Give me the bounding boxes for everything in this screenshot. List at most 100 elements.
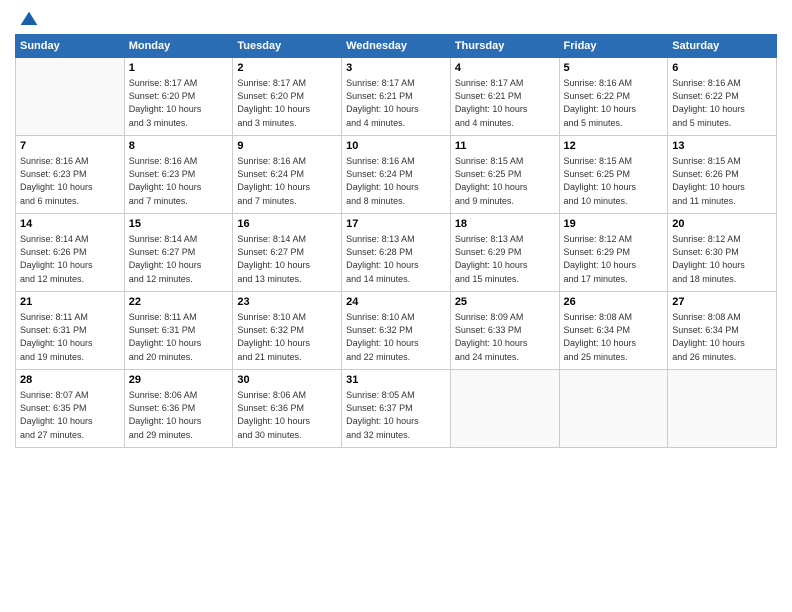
day-info: Sunrise: 8:14 AMSunset: 6:27 PMDaylight:… — [237, 233, 337, 285]
calendar-cell: 1Sunrise: 8:17 AMSunset: 6:20 PMDaylight… — [124, 58, 233, 136]
calendar-cell: 8Sunrise: 8:16 AMSunset: 6:23 PMDaylight… — [124, 136, 233, 214]
day-number: 15 — [129, 217, 229, 232]
day-info: Sunrise: 8:17 AMSunset: 6:20 PMDaylight:… — [129, 77, 229, 129]
calendar-cell: 17Sunrise: 8:13 AMSunset: 6:28 PMDayligh… — [342, 214, 451, 292]
day-number: 16 — [237, 217, 337, 232]
calendar-cell: 29Sunrise: 8:06 AMSunset: 6:36 PMDayligh… — [124, 370, 233, 448]
day-info: Sunrise: 8:10 AMSunset: 6:32 PMDaylight:… — [237, 311, 337, 363]
day-number: 2 — [237, 61, 337, 76]
day-info: Sunrise: 8:15 AMSunset: 6:26 PMDaylight:… — [672, 155, 772, 207]
calendar-cell: 19Sunrise: 8:12 AMSunset: 6:29 PMDayligh… — [559, 214, 668, 292]
calendar-cell — [450, 370, 559, 448]
calendar-cell: 7Sunrise: 8:16 AMSunset: 6:23 PMDaylight… — [16, 136, 125, 214]
day-number: 24 — [346, 295, 446, 310]
day-header-thursday: Thursday — [450, 35, 559, 58]
day-number: 31 — [346, 373, 446, 388]
day-number: 5 — [564, 61, 664, 76]
day-number: 28 — [20, 373, 120, 388]
day-number: 9 — [237, 139, 337, 154]
day-info: Sunrise: 8:12 AMSunset: 6:29 PMDaylight:… — [564, 233, 664, 285]
calendar-cell: 6Sunrise: 8:16 AMSunset: 6:22 PMDaylight… — [668, 58, 777, 136]
day-number: 21 — [20, 295, 120, 310]
day-number: 17 — [346, 217, 446, 232]
day-number: 6 — [672, 61, 772, 76]
day-info: Sunrise: 8:16 AMSunset: 6:24 PMDaylight:… — [346, 155, 446, 207]
day-info: Sunrise: 8:17 AMSunset: 6:20 PMDaylight:… — [237, 77, 337, 129]
day-number: 11 — [455, 139, 555, 154]
day-number: 27 — [672, 295, 772, 310]
day-number: 13 — [672, 139, 772, 154]
day-header-saturday: Saturday — [668, 35, 777, 58]
day-number: 19 — [564, 217, 664, 232]
day-number: 26 — [564, 295, 664, 310]
day-info: Sunrise: 8:06 AMSunset: 6:36 PMDaylight:… — [129, 389, 229, 441]
day-number: 18 — [455, 217, 555, 232]
day-info: Sunrise: 8:13 AMSunset: 6:29 PMDaylight:… — [455, 233, 555, 285]
day-info: Sunrise: 8:08 AMSunset: 6:34 PMDaylight:… — [564, 311, 664, 363]
day-number: 4 — [455, 61, 555, 76]
calendar-cell: 18Sunrise: 8:13 AMSunset: 6:29 PMDayligh… — [450, 214, 559, 292]
day-number: 22 — [129, 295, 229, 310]
day-info: Sunrise: 8:16 AMSunset: 6:22 PMDaylight:… — [672, 77, 772, 129]
day-info: Sunrise: 8:16 AMSunset: 6:23 PMDaylight:… — [20, 155, 120, 207]
day-number: 30 — [237, 373, 337, 388]
calendar-cell: 20Sunrise: 8:12 AMSunset: 6:30 PMDayligh… — [668, 214, 777, 292]
day-info: Sunrise: 8:17 AMSunset: 6:21 PMDaylight:… — [455, 77, 555, 129]
calendar-cell: 21Sunrise: 8:11 AMSunset: 6:31 PMDayligh… — [16, 292, 125, 370]
day-info: Sunrise: 8:11 AMSunset: 6:31 PMDaylight:… — [20, 311, 120, 363]
day-info: Sunrise: 8:16 AMSunset: 6:22 PMDaylight:… — [564, 77, 664, 129]
day-info: Sunrise: 8:16 AMSunset: 6:24 PMDaylight:… — [237, 155, 337, 207]
day-header-sunday: Sunday — [16, 35, 125, 58]
day-info: Sunrise: 8:14 AMSunset: 6:26 PMDaylight:… — [20, 233, 120, 285]
calendar-cell: 2Sunrise: 8:17 AMSunset: 6:20 PMDaylight… — [233, 58, 342, 136]
day-info: Sunrise: 8:13 AMSunset: 6:28 PMDaylight:… — [346, 233, 446, 285]
calendar-cell: 11Sunrise: 8:15 AMSunset: 6:25 PMDayligh… — [450, 136, 559, 214]
day-number: 7 — [20, 139, 120, 154]
calendar-cell: 24Sunrise: 8:10 AMSunset: 6:32 PMDayligh… — [342, 292, 451, 370]
calendar-cell: 14Sunrise: 8:14 AMSunset: 6:26 PMDayligh… — [16, 214, 125, 292]
day-info: Sunrise: 8:15 AMSunset: 6:25 PMDaylight:… — [564, 155, 664, 207]
day-number: 14 — [20, 217, 120, 232]
day-number: 25 — [455, 295, 555, 310]
day-number: 8 — [129, 139, 229, 154]
day-header-wednesday: Wednesday — [342, 35, 451, 58]
calendar-cell: 9Sunrise: 8:16 AMSunset: 6:24 PMDaylight… — [233, 136, 342, 214]
day-number: 20 — [672, 217, 772, 232]
calendar-cell: 31Sunrise: 8:05 AMSunset: 6:37 PMDayligh… — [342, 370, 451, 448]
calendar-cell: 10Sunrise: 8:16 AMSunset: 6:24 PMDayligh… — [342, 136, 451, 214]
day-info: Sunrise: 8:07 AMSunset: 6:35 PMDaylight:… — [20, 389, 120, 441]
calendar-cell: 30Sunrise: 8:06 AMSunset: 6:36 PMDayligh… — [233, 370, 342, 448]
calendar-cell: 28Sunrise: 8:07 AMSunset: 6:35 PMDayligh… — [16, 370, 125, 448]
day-info: Sunrise: 8:09 AMSunset: 6:33 PMDaylight:… — [455, 311, 555, 363]
calendar-cell: 27Sunrise: 8:08 AMSunset: 6:34 PMDayligh… — [668, 292, 777, 370]
calendar-cell: 23Sunrise: 8:10 AMSunset: 6:32 PMDayligh… — [233, 292, 342, 370]
day-info: Sunrise: 8:17 AMSunset: 6:21 PMDaylight:… — [346, 77, 446, 129]
day-number: 23 — [237, 295, 337, 310]
day-number: 10 — [346, 139, 446, 154]
day-header-tuesday: Tuesday — [233, 35, 342, 58]
calendar-cell — [668, 370, 777, 448]
day-header-friday: Friday — [559, 35, 668, 58]
calendar-cell: 26Sunrise: 8:08 AMSunset: 6:34 PMDayligh… — [559, 292, 668, 370]
calendar-page: SundayMondayTuesdayWednesdayThursdayFrid… — [0, 0, 792, 612]
calendar-cell: 12Sunrise: 8:15 AMSunset: 6:25 PMDayligh… — [559, 136, 668, 214]
day-info: Sunrise: 8:16 AMSunset: 6:23 PMDaylight:… — [129, 155, 229, 207]
day-info: Sunrise: 8:05 AMSunset: 6:37 PMDaylight:… — [346, 389, 446, 441]
calendar-cell: 3Sunrise: 8:17 AMSunset: 6:21 PMDaylight… — [342, 58, 451, 136]
calendar-cell: 15Sunrise: 8:14 AMSunset: 6:27 PMDayligh… — [124, 214, 233, 292]
day-number: 3 — [346, 61, 446, 76]
day-info: Sunrise: 8:08 AMSunset: 6:34 PMDaylight:… — [672, 311, 772, 363]
logo-icon — [19, 10, 39, 30]
day-number: 29 — [129, 373, 229, 388]
calendar-cell: 5Sunrise: 8:16 AMSunset: 6:22 PMDaylight… — [559, 58, 668, 136]
day-info: Sunrise: 8:10 AMSunset: 6:32 PMDaylight:… — [346, 311, 446, 363]
day-number: 1 — [129, 61, 229, 76]
calendar-cell: 16Sunrise: 8:14 AMSunset: 6:27 PMDayligh… — [233, 214, 342, 292]
logo — [15, 10, 39, 26]
header — [15, 10, 777, 26]
day-info: Sunrise: 8:06 AMSunset: 6:36 PMDaylight:… — [237, 389, 337, 441]
calendar-cell: 13Sunrise: 8:15 AMSunset: 6:26 PMDayligh… — [668, 136, 777, 214]
calendar-cell — [559, 370, 668, 448]
calendar-cell: 25Sunrise: 8:09 AMSunset: 6:33 PMDayligh… — [450, 292, 559, 370]
day-info: Sunrise: 8:14 AMSunset: 6:27 PMDaylight:… — [129, 233, 229, 285]
